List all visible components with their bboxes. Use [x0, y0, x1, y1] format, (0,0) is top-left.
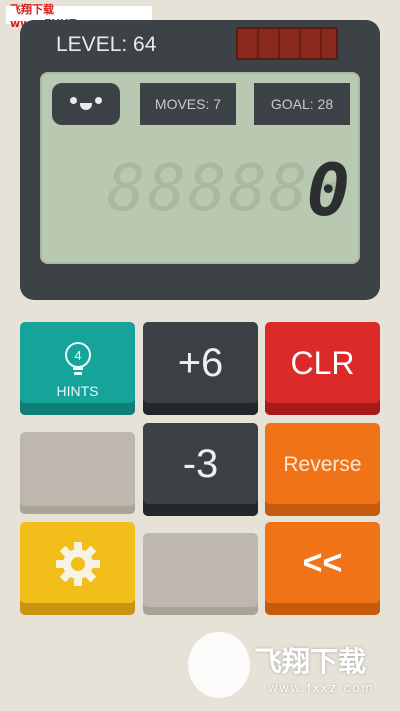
face-left-eye: [70, 97, 77, 104]
clear-label: CLR: [290, 345, 355, 381]
hints-label: HINTS: [56, 382, 99, 399]
backspace-button[interactable]: <<: [265, 522, 380, 615]
empty-slot-middle: [143, 533, 258, 615]
settings-button[interactable]: [20, 522, 135, 615]
goal-indicator: GOAL: 28: [254, 83, 350, 125]
display-value: 0: [306, 148, 350, 232]
backspace-label: <<: [302, 544, 343, 582]
watermark-title: 飞翔下载: [254, 645, 367, 678]
reverse-button[interactable]: Reverse: [265, 423, 380, 516]
calculator-device: LEVEL: 64 MOVES: 7 GOAL: 28 888888 0: [20, 20, 380, 300]
watermark-url: www.fxxz.com: [268, 680, 375, 695]
reverse-label: Reverse: [283, 452, 362, 476]
watermark-circle-icon: [188, 632, 250, 698]
moves-counter: MOVES: 7: [140, 83, 236, 125]
clear-button[interactable]: CLR: [265, 322, 380, 415]
plus-6-button[interactable]: +6: [143, 322, 258, 415]
minus-3-label: -3: [182, 442, 219, 486]
lcd-screen: MOVES: 7 GOAL: 28 888888 0: [40, 72, 360, 264]
hints-button[interactable]: 4 HINTS: [20, 322, 135, 415]
gear-icon: [55, 541, 100, 586]
watermark-logo: 飞翔下载 www.fxxz.com: [188, 632, 388, 702]
display-value-wrap: 0: [307, 154, 350, 226]
lightbulb-icon: 4: [64, 341, 91, 375]
face-mouth: [80, 103, 92, 110]
face-right-eye: [95, 97, 102, 104]
empty-slot-left: [20, 432, 135, 514]
level-label: LEVEL: 64: [56, 33, 157, 56]
plus-6-label: +6: [177, 341, 224, 385]
smiley-face-icon: [52, 83, 120, 125]
minus-3-button[interactable]: -3: [143, 423, 258, 516]
hint-count: 4: [74, 348, 81, 363]
solar-panel: [236, 27, 338, 60]
